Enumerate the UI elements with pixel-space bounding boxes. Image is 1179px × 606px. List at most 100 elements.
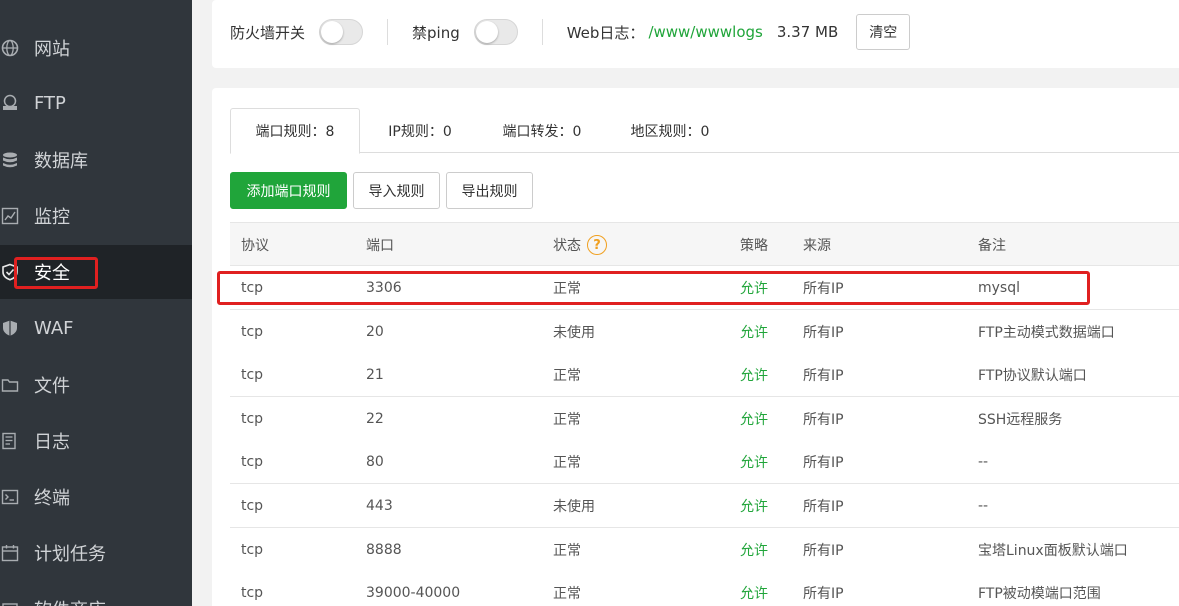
- cell-source: 所有IP: [803, 499, 844, 515]
- sidebar-item-label: 日志: [34, 432, 70, 453]
- rule-tabs: 端口规则：8 IP规则：0 端口转发：0 地区规则：0: [230, 108, 1179, 154]
- cell-status: 正常: [553, 281, 581, 297]
- header-policy: 策略: [740, 238, 768, 254]
- sidebar-item-website[interactable]: 网站: [0, 21, 192, 75]
- sidebar-item-waf[interactable]: WAF: [0, 301, 192, 355]
- cell-source: 所有IP: [803, 368, 844, 384]
- sidebar-item-label: 数据库: [34, 151, 88, 172]
- cell-remark: 宝塔Linux面板默认端口: [978, 543, 1128, 559]
- cell-protocol: tcp: [241, 367, 264, 383]
- sidebar-item-label: WAF: [34, 317, 74, 339]
- firewall-toggle[interactable]: [319, 19, 364, 45]
- log-icon: [0, 431, 20, 451]
- tab-port-forward[interactable]: 端口转发：0: [490, 108, 594, 153]
- cell-policy[interactable]: 允许: [740, 266, 768, 310]
- header-status-label: 状态: [553, 238, 581, 254]
- cell-status: 正常: [553, 412, 581, 428]
- firewall-switch-label: 防火墙开关: [230, 23, 306, 42]
- cell-source: 所有IP: [803, 586, 844, 602]
- firewall-topbar: 防火墙开关 禁ping Web日志： /www/wwwlogs 3.37 MB …: [212, 0, 1179, 68]
- cell-policy[interactable]: 允许: [740, 397, 768, 441]
- sidebar-item-label: 网站: [34, 39, 70, 60]
- cell-protocol: tcp: [241, 324, 264, 340]
- cell-source: 所有IP: [803, 455, 844, 471]
- sidebar-item-files[interactable]: 文件: [0, 358, 192, 412]
- sidebar-item-label: 软件商店: [34, 596, 106, 606]
- folder-icon: [0, 375, 20, 395]
- cell-port: 8888: [366, 542, 402, 558]
- toggle-knob: [475, 21, 498, 43]
- tab-port-rules[interactable]: 端口规则：8: [230, 108, 360, 154]
- cell-remark: FTP被动模端口范围: [978, 586, 1101, 602]
- table-row: tcp 443 未使用 允许 所有IP --: [230, 484, 1179, 528]
- cell-port: 22: [366, 411, 384, 427]
- table-row: tcp 21 正常 允许 所有IP FTP协议默认端口: [230, 353, 1179, 397]
- cell-remark: --: [978, 454, 989, 470]
- sidebar-item-cron[interactable]: 计划任务: [0, 526, 192, 580]
- clear-logs-button[interactable]: 清空: [856, 14, 911, 50]
- cell-protocol: tcp: [241, 280, 264, 296]
- toggle-knob: [321, 21, 344, 43]
- sidebar-item-label: 计划任务: [34, 544, 106, 565]
- add-port-rule-button[interactable]: 添加端口规则: [230, 172, 347, 209]
- cell-policy[interactable]: 允许: [740, 528, 768, 572]
- sidebar-item-label: 终端: [34, 488, 70, 509]
- sidebar-item-security[interactable]: 安全: [0, 245, 192, 299]
- cell-source: 所有IP: [803, 281, 844, 297]
- rules-panel: 端口规则：8 IP规则：0 端口转发：0 地区规则：0 添加端口规则 导入规则 …: [212, 88, 1179, 606]
- cell-remark: FTP主动模式数据端口: [978, 325, 1115, 341]
- sidebar-item-terminal[interactable]: 终端: [0, 470, 192, 524]
- sidebar-item-monitor[interactable]: 监控: [0, 189, 192, 243]
- ping-toggle[interactable]: [473, 19, 518, 45]
- cell-source: 所有IP: [803, 543, 844, 559]
- sidebar-item-label: 文件: [34, 376, 70, 397]
- cell-policy[interactable]: 允许: [740, 484, 768, 528]
- cell-policy[interactable]: 允许: [740, 353, 768, 397]
- sidebar-item-label: FTP: [34, 92, 66, 114]
- cell-port: 20: [366, 324, 384, 340]
- sidebar-item-ftp[interactable]: FTP: [0, 76, 192, 130]
- sidebar-item-logs[interactable]: 日志: [0, 414, 192, 468]
- cell-remark: FTP协议默认端口: [978, 368, 1087, 384]
- weblog-size: 3.37 MB: [776, 23, 839, 41]
- import-rules-button[interactable]: 导入规则: [353, 172, 440, 209]
- sidebar-item-label: 监控: [34, 207, 70, 228]
- table-header: 协议 端口 状态 ? 策略 来源 备注: [230, 222, 1179, 266]
- sidebar-item-store[interactable]: 软件商店: [0, 582, 192, 606]
- help-icon[interactable]: ?: [587, 235, 607, 255]
- sidebar-item-database[interactable]: 数据库: [0, 133, 192, 187]
- cell-protocol: tcp: [241, 542, 264, 558]
- cell-port: 3306: [366, 280, 402, 296]
- store-icon: [0, 599, 20, 606]
- cell-source: 所有IP: [803, 325, 844, 341]
- cell-port: 80: [366, 454, 384, 470]
- divider: [541, 19, 543, 45]
- cell-protocol: tcp: [241, 498, 264, 514]
- sidebar: 网站 FTP 数据库 监控 安全 WAF 文件 日志 终端 计划任务: [0, 0, 192, 606]
- table-row: tcp 8888 正常 允许 所有IP 宝塔Linux面板默认端口: [230, 528, 1179, 572]
- header-remark: 备注: [978, 238, 1006, 254]
- weblog-label: Web日志：: [566, 23, 645, 42]
- cell-status: 正常: [553, 543, 581, 559]
- table-row: tcp 39000-40000 正常 允许 所有IP FTP被动模端口范围: [230, 571, 1179, 606]
- cell-policy[interactable]: 允许: [740, 571, 768, 606]
- database-icon: [0, 150, 20, 170]
- cell-remark: SSH远程服务: [978, 412, 1063, 428]
- tab-region-rules[interactable]: 地区规则：0: [618, 108, 722, 153]
- cell-policy[interactable]: 允许: [740, 440, 768, 484]
- sidebar-item-label: 安全: [34, 263, 70, 284]
- cell-status: 正常: [553, 586, 581, 602]
- divider: [387, 19, 389, 45]
- calendar-icon: [0, 543, 20, 563]
- export-rules-button[interactable]: 导出规则: [446, 172, 533, 209]
- header-status: 状态 ?: [553, 223, 607, 267]
- cell-status: 正常: [553, 455, 581, 471]
- cell-status: 正常: [553, 368, 581, 384]
- cell-source: 所有IP: [803, 412, 844, 428]
- globe-icon: [0, 38, 20, 58]
- weblog-path-link[interactable]: /www/wwwlogs: [648, 23, 762, 41]
- ping-switch-label: 禁ping: [412, 23, 460, 42]
- tab-ip-rules[interactable]: IP规则：0: [374, 108, 466, 153]
- cell-policy[interactable]: 允许: [740, 310, 768, 354]
- waf-shield-icon: [0, 318, 20, 338]
